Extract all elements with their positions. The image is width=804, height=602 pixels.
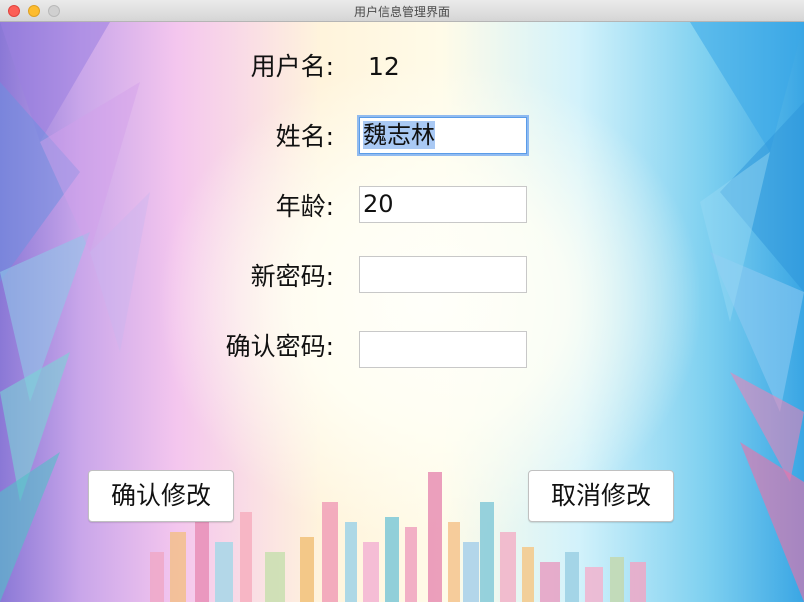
- name-field[interactable]: 魏志林: [359, 117, 527, 154]
- form-panel: 用户名: 12 姓名: 魏志林 年龄: 20 新密码: 确认密码: 确认修改 取…: [0, 22, 804, 602]
- title-bar: 用户信息管理界面: [0, 0, 804, 22]
- age-field-value: 20: [363, 190, 394, 218]
- name-field-value: 魏志林: [363, 121, 435, 149]
- username-value: 12: [368, 52, 400, 81]
- username-label: 用户名:: [250, 52, 334, 81]
- cancel-modify-button[interactable]: 取消修改: [528, 470, 674, 522]
- confirm-password-field[interactable]: [359, 331, 527, 368]
- confirm-password-label: 确认密码:: [225, 332, 334, 361]
- window-title: 用户信息管理界面: [353, 5, 450, 19]
- new-password-field[interactable]: [359, 256, 527, 293]
- new-password-label: 新密码:: [250, 262, 334, 291]
- age-label: 年龄:: [275, 192, 334, 221]
- age-field[interactable]: 20: [359, 186, 527, 223]
- name-label: 姓名:: [275, 122, 334, 151]
- confirm-modify-button[interactable]: 确认修改: [88, 470, 234, 522]
